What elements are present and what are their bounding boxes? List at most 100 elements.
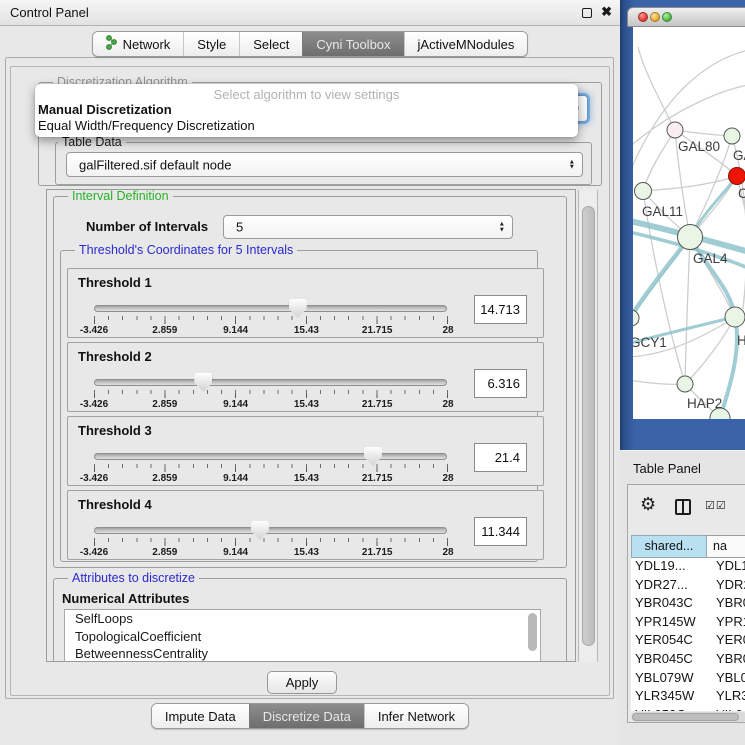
threshold-row: Threshold 1 -3.4262.8599.14415.4321.7152…	[67, 268, 544, 338]
table-row[interactable]: YDL19...YDL1	[631, 558, 745, 577]
network-window-titlebar[interactable]	[627, 7, 745, 27]
table-row[interactable]: YBR045CYBR0	[631, 651, 745, 670]
checkbox-icons[interactable]: ☑☑	[705, 499, 727, 512]
network-canvas[interactable]: GAL80GACGAL11GAL4GCY1HHAP2	[633, 27, 745, 419]
app-root: Control Panel ✖ Network Style Select Cyn…	[0, 0, 745, 745]
table-panel-box: ⚙ ☑☑ shared... na YDL19...YDL1YDR27...YD…	[627, 484, 745, 723]
column-header-name[interactable]: na	[707, 535, 745, 558]
tab-label: Style	[197, 37, 226, 52]
bottom-tabstrip: Impute Data Discretize Data Infer Networ…	[151, 703, 469, 729]
mac-zoom-button[interactable]	[662, 12, 672, 22]
table-row[interactable]: YPR145WYPR1	[631, 614, 745, 633]
column-header-shared[interactable]: shared...	[631, 535, 707, 558]
threshold-value-field[interactable]: 11.344	[474, 517, 527, 546]
vertical-scrollbar-thumb[interactable]	[582, 206, 595, 646]
popup-item-equal-width-frequency[interactable]: Equal Width/Frequency Discretization	[35, 118, 578, 134]
gear-icon[interactable]: ⚙	[640, 494, 656, 515]
tick-label: 2.859	[152, 399, 177, 410]
slider-track[interactable]	[94, 453, 447, 460]
cell-name: YDR2	[712, 577, 745, 596]
tab-label: Select	[253, 37, 289, 52]
combo-spinner: ▲▼	[569, 159, 575, 170]
threshold-slider[interactable]: -3.4262.8599.14415.4321.71528	[94, 522, 448, 560]
popup-item-manual-discretization[interactable]: Manual Discretization	[35, 102, 578, 118]
tick-label: 15.43	[294, 399, 319, 410]
numerical-attribute-item[interactable]: BetweennessCentrality	[65, 645, 540, 662]
network-edge-highlighted	[720, 317, 737, 418]
mac-close-button[interactable]	[638, 12, 648, 22]
number-of-intervals-combo[interactable]: 5 ▲▼	[223, 215, 513, 239]
float-window-icon[interactable]	[582, 8, 592, 18]
network-view-window: GAL80GACGAL11GAL4GCY1HHAP2	[620, 0, 745, 450]
settings-viewport: Interval Definition Number of Intervals …	[46, 189, 576, 662]
tick-label: 21.715	[362, 547, 393, 558]
network-node-label: GAL80	[678, 139, 720, 154]
tab-discretize-data[interactable]: Discretize Data	[249, 704, 364, 728]
cell-shared-name: YDL19...	[631, 558, 712, 577]
slider-track[interactable]	[94, 305, 447, 312]
cell-name: YPR1	[712, 614, 745, 633]
slider-track[interactable]	[94, 379, 447, 386]
threshold-value-field[interactable]: 14.713	[474, 295, 527, 324]
close-icon[interactable]: ✖	[601, 4, 612, 20]
cell-shared-name: YDR27...	[631, 577, 712, 596]
network-edge-highlighted	[633, 237, 690, 329]
cell-shared-name: YBR045C	[631, 651, 712, 670]
tab-infer-network[interactable]: Infer Network	[364, 704, 468, 728]
apply-button[interactable]: Apply	[267, 671, 337, 694]
list-scrollbar-thumb[interactable]	[528, 613, 537, 651]
table-data-combo[interactable]: galFiltered.sif default node ▲▼	[66, 152, 583, 177]
slider-track[interactable]	[94, 527, 447, 534]
tick-label: -3.426	[80, 399, 108, 410]
numerical-attribute-item[interactable]: TopologicalCoefficient	[65, 628, 540, 646]
network-node-gcy1[interactable]	[633, 310, 639, 326]
cell-name: YLR3	[712, 688, 745, 707]
table-row[interactable]: YBL079WYBL0	[631, 670, 745, 689]
tab-jactivemnodules[interactable]: jActiveMNodules	[404, 32, 528, 56]
control-panel-titlebar: Control Panel ✖	[0, 0, 620, 26]
slider-ticks	[94, 390, 448, 398]
network-node-gal4[interactable]	[678, 225, 703, 250]
cell-name: YER0	[712, 632, 745, 651]
threshold-label: Threshold 1	[78, 275, 152, 290]
table-row[interactable]: YIL052CYIL0	[631, 707, 745, 711]
table-row[interactable]: YER054CYER0	[631, 632, 745, 651]
network-node-label: GAL4	[693, 251, 728, 266]
table-rows: YDL19...YDL1YDR27...YDR2YBR043CYBR0YPR14…	[631, 558, 745, 711]
table-row[interactable]: YLR345WYLR3	[631, 688, 745, 707]
tick-label: -3.426	[80, 325, 108, 336]
horizontal-scrollbar[interactable]	[631, 712, 745, 722]
network-node-top-right[interactable]	[724, 128, 740, 144]
cell-shared-name: YBR043C	[631, 595, 712, 614]
tick-label: 9.144	[223, 547, 248, 558]
threshold-slider[interactable]: -3.4262.8599.14415.4321.71528	[94, 448, 448, 486]
tab-network[interactable]: Network	[93, 32, 184, 56]
tick-label: 21.715	[362, 325, 393, 336]
threshold-slider[interactable]: -3.4262.8599.14415.4321.71528	[94, 300, 448, 338]
mac-minimize-button[interactable]	[650, 12, 660, 22]
interval-definition-title: Interval Definition	[68, 189, 173, 204]
tick-label: 21.715	[362, 399, 393, 410]
network-node-gal80[interactable]	[667, 122, 683, 138]
network-node-gal11[interactable]	[635, 183, 652, 200]
tab-style[interactable]: Style	[183, 32, 239, 56]
vertical-scrollbar[interactable]	[578, 190, 598, 662]
numerical-attributes-list[interactable]: SelfLoopsTopologicalCoefficientBetweenne…	[64, 609, 541, 662]
table-row[interactable]: YDR27...YDR2	[631, 577, 745, 596]
threshold-slider[interactable]: -3.4262.8599.14415.4321.71528	[94, 374, 448, 412]
network-node-red-selected[interactable]	[729, 168, 745, 185]
horizontal-scrollbar-thumb[interactable]	[632, 713, 739, 721]
column-layout-icon[interactable]	[675, 499, 691, 515]
threshold-value-field[interactable]: 21.4	[474, 443, 527, 472]
table-row[interactable]: YBR043CYBR0	[631, 595, 745, 614]
network-edge	[675, 130, 732, 136]
tab-impute-data[interactable]: Impute Data	[152, 704, 249, 728]
network-node-right-mid[interactable]	[725, 307, 745, 327]
tab-select[interactable]: Select	[239, 32, 302, 56]
numerical-attribute-item[interactable]: SelfLoops	[65, 610, 540, 628]
tab-cyni-toolbox[interactable]: Cyni Toolbox	[302, 32, 403, 56]
table-header-row: shared... na	[631, 535, 745, 558]
threshold-value-field[interactable]: 6.316	[474, 369, 527, 398]
algorithm-dropdown-popup: Select algorithm to view settings Manual…	[35, 84, 578, 137]
network-node-hap2[interactable]	[677, 376, 693, 392]
